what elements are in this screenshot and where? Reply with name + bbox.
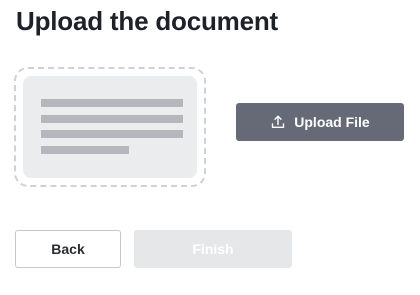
- preview-line: [41, 115, 183, 123]
- document-preview-icon: [23, 76, 197, 178]
- document-dropzone[interactable]: [14, 67, 206, 187]
- preview-line: [41, 130, 183, 138]
- finish-button[interactable]: Finish: [134, 230, 292, 268]
- preview-line: [41, 146, 129, 154]
- upload-file-label: Upload File: [294, 114, 370, 130]
- upload-file-button[interactable]: Upload File: [236, 103, 404, 141]
- page-title: Upload the document: [16, 6, 278, 36]
- preview-line: [41, 99, 183, 107]
- upload-icon: [270, 114, 286, 130]
- back-button[interactable]: Back: [15, 230, 121, 268]
